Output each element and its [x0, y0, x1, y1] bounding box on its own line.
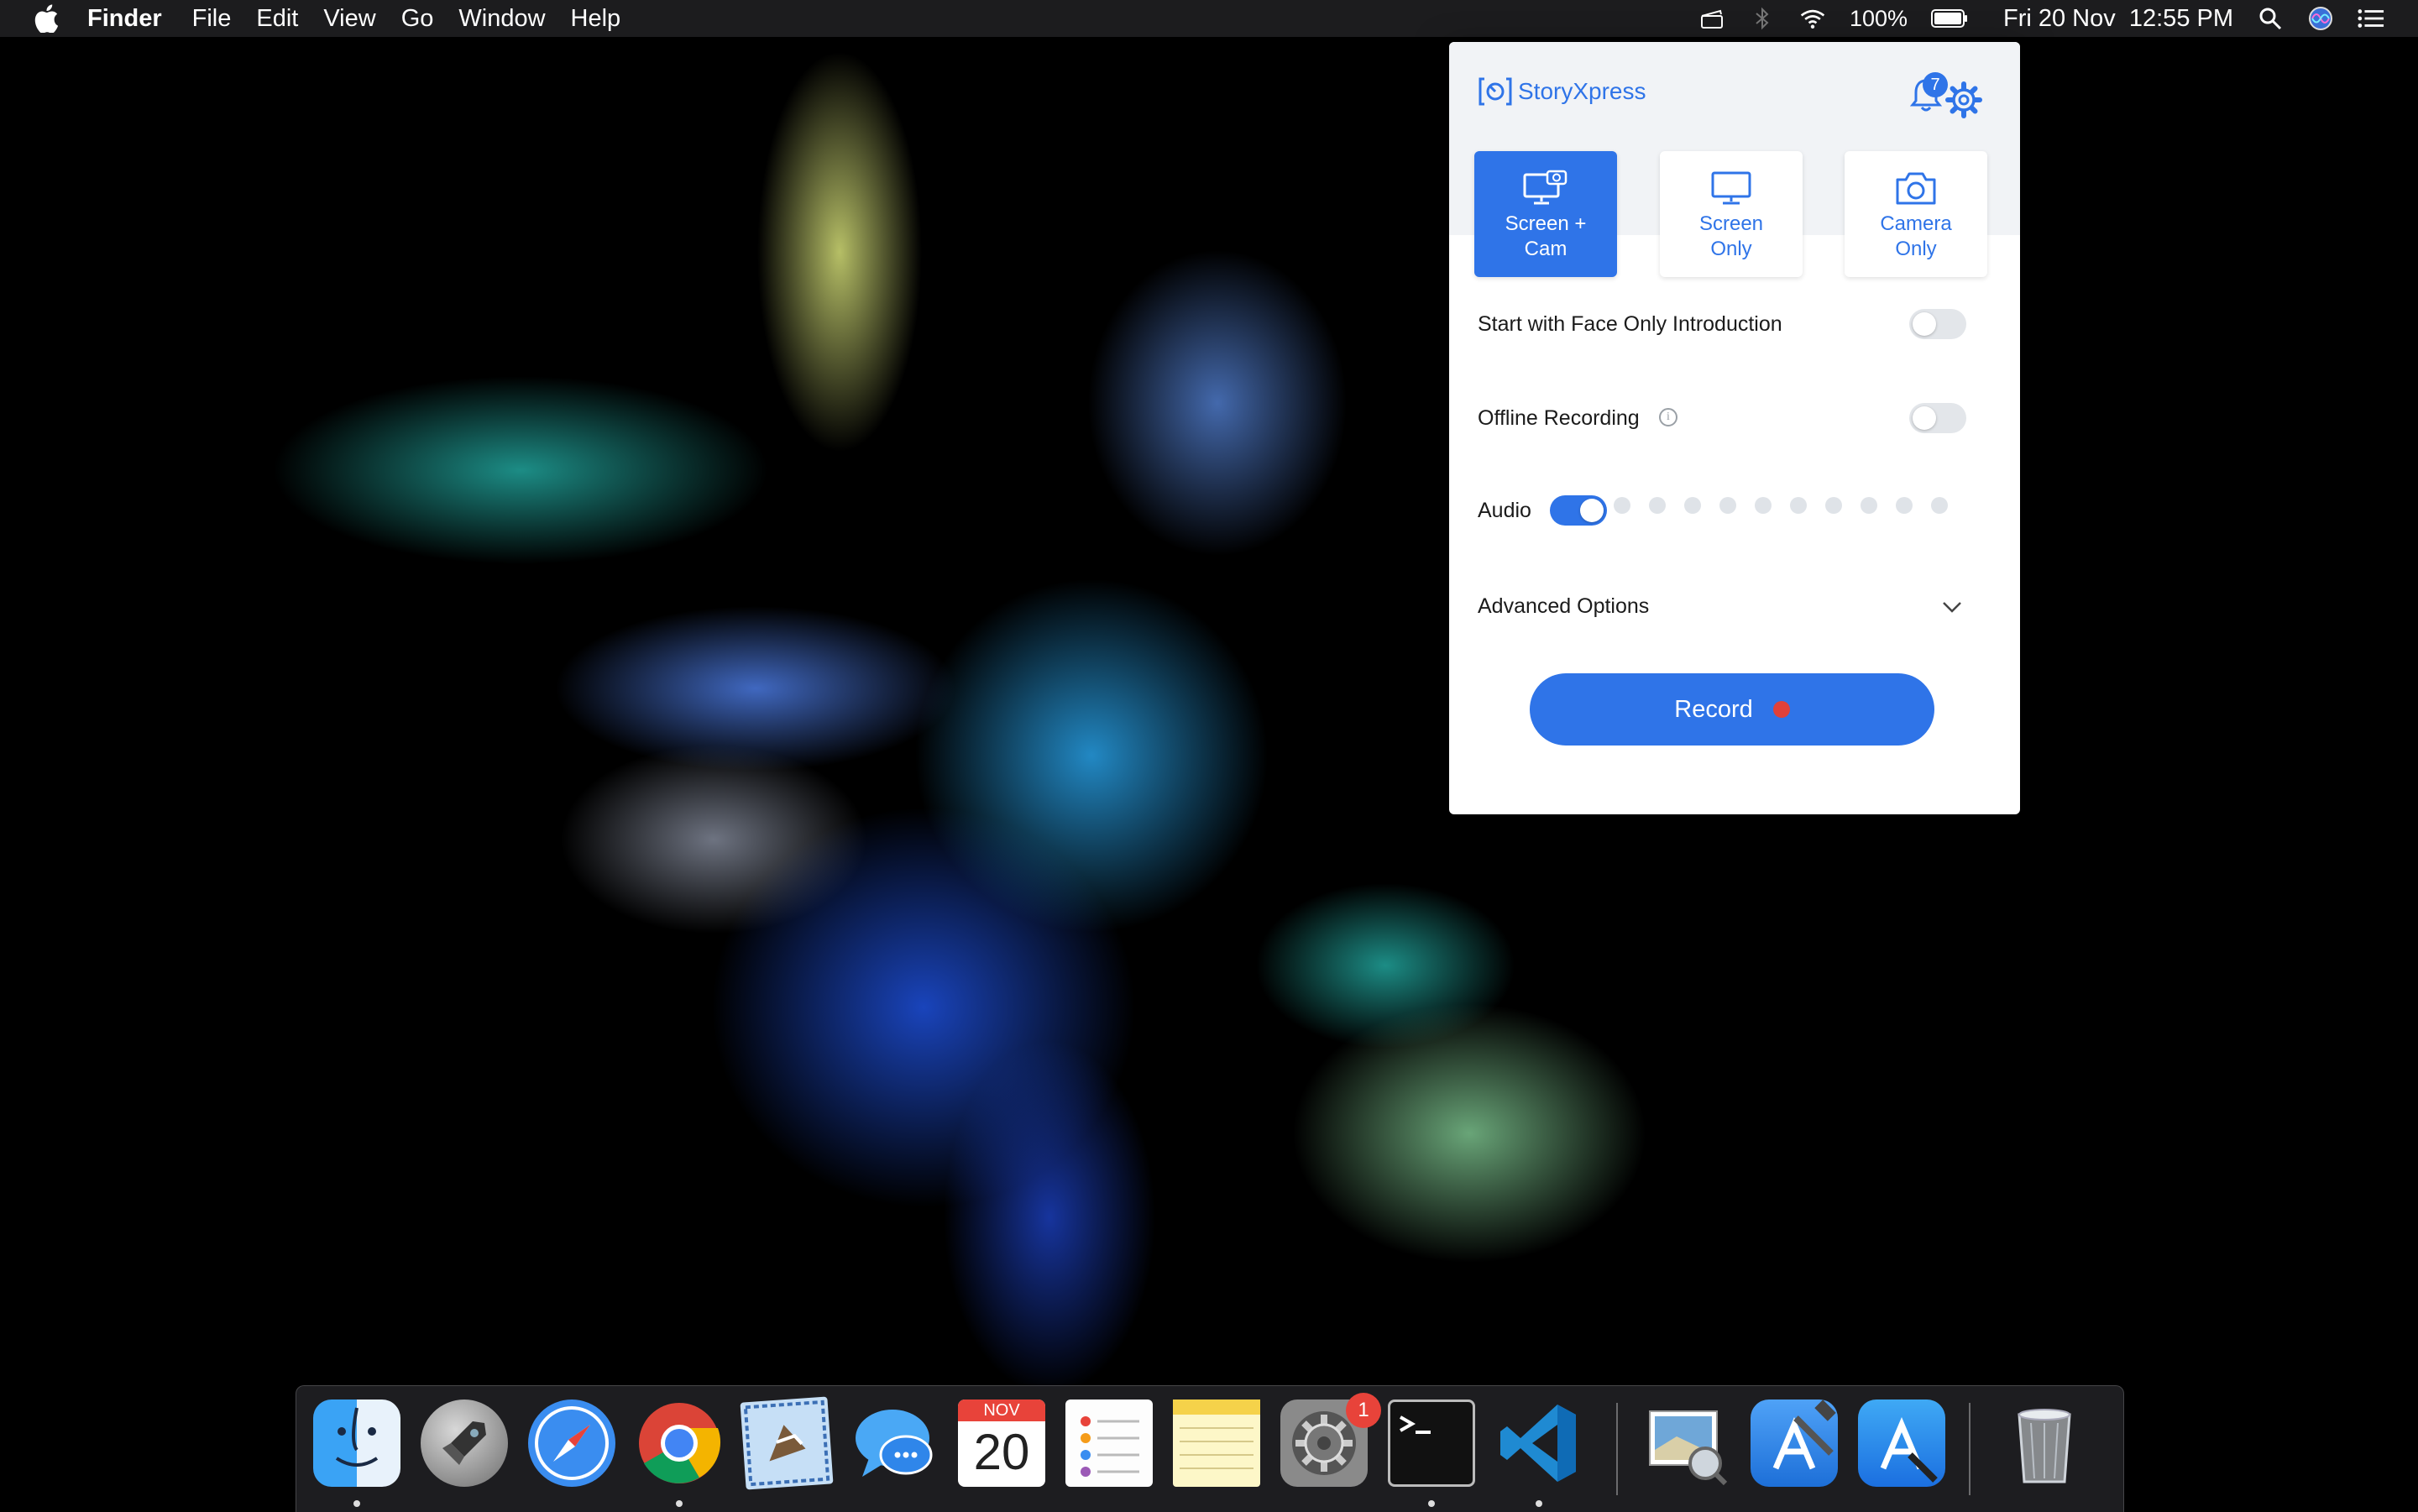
trash-dock-icon[interactable] [2001, 1400, 2088, 1487]
xcode-dock-icon[interactable] [1751, 1400, 1838, 1487]
menu-app-name[interactable]: Finder [87, 5, 162, 33]
mode-camera-only-line2: Only [1895, 238, 1937, 260]
face-intro-label: Start with Face Only Introduction [1478, 312, 1782, 336]
storyxpress-logo-icon [1479, 77, 1512, 106]
mode-screen-only-line2: Only [1710, 238, 1752, 260]
audio-toggle[interactable] [1550, 495, 1607, 526]
desktop-wallpaper [0, 0, 2418, 1511]
mode-screen-cam-button[interactable]: Screen + Cam [1474, 151, 1617, 277]
record-label: Record [1674, 695, 1753, 723]
camera-icon [1896, 172, 1936, 205]
system-preferences-badge: 1 [1346, 1393, 1381, 1428]
mail-dock-icon[interactable] [740, 1396, 834, 1490]
brand-name: StoryXpress [1518, 78, 1646, 104]
dock: NOV 20 1 [296, 1385, 2124, 1512]
running-indicator [1428, 1500, 1435, 1507]
offline-recording-label: Offline Recording [1478, 406, 1640, 430]
audio-level-dot [1896, 497, 1913, 514]
safari-dock-icon[interactable] [528, 1400, 615, 1487]
storyxpress-logo: StoryXpress [1478, 76, 1646, 107]
notes-dock-icon[interactable] [1173, 1400, 1260, 1487]
dock-separator [1969, 1403, 1971, 1495]
audio-level-dot [1861, 497, 1877, 514]
audio-level-dot [1649, 497, 1666, 514]
notification-center-icon[interactable] [2358, 7, 2384, 30]
app-store-dock-icon[interactable] [1858, 1400, 1945, 1487]
monitor-icon [1711, 171, 1751, 205]
terminal-dock-icon[interactable] [1388, 1400, 1475, 1487]
audio-label: Audio [1478, 499, 1531, 522]
vscode-dock-icon[interactable] [1495, 1400, 1583, 1487]
siri-icon[interactable] [2307, 7, 2334, 30]
toggle-knob [1913, 312, 1936, 336]
mode-camera-only-line1: Camera [1880, 212, 1952, 235]
mode-screen-cam-line1: Screen + [1505, 212, 1587, 235]
menu-window[interactable]: Window [458, 5, 545, 33]
apple-icon[interactable] [34, 4, 59, 33]
toggle-knob [1913, 406, 1936, 430]
audio-level-dot [1790, 497, 1807, 514]
settings-gear-icon[interactable] [1944, 81, 1983, 119]
menu-file[interactable]: File [192, 5, 232, 33]
chevron-down-icon[interactable] [1941, 596, 1963, 618]
menu-view[interactable]: View [323, 5, 375, 33]
wifi-icon[interactable] [1799, 7, 1826, 30]
record-button[interactable]: Record [1530, 673, 1934, 746]
audio-level-meter [1614, 497, 1948, 514]
calendar-month: NOV [958, 1400, 1045, 1421]
advanced-options-label[interactable]: Advanced Options [1478, 594, 1649, 619]
mode-screen-only-button[interactable]: Screen Only [1660, 151, 1803, 277]
mode-screen-only-line1: Screen [1698, 212, 1764, 235]
reminders-dock-icon[interactable] [1065, 1400, 1153, 1487]
mode-screen-cam-line2: Cam [1524, 238, 1568, 260]
info-icon[interactable]: i [1659, 408, 1677, 426]
audio-level-dot [1825, 497, 1842, 514]
audio-level-dot [1931, 497, 1948, 514]
bluetooth-icon[interactable] [1749, 7, 1776, 30]
menu-edit[interactable]: Edit [256, 5, 298, 33]
face-intro-toggle[interactable] [1909, 309, 1966, 339]
calendar-dock-icon[interactable]: NOV 20 [958, 1400, 1045, 1487]
messages-dock-icon[interactable] [850, 1400, 938, 1487]
audio-level-dot [1684, 497, 1701, 514]
finder-dock-icon[interactable] [313, 1400, 400, 1487]
running-indicator [676, 1500, 683, 1507]
storyxpress-popup: StoryXpress 7 Screen + Cam Screen Only C… [1449, 42, 2020, 814]
audio-level-dot [1719, 497, 1736, 514]
preview-dock-icon[interactable] [1643, 1400, 1730, 1487]
spotlight-search-icon[interactable] [2257, 7, 2284, 30]
dock-separator [1616, 1403, 1618, 1495]
audio-level-dot [1614, 497, 1630, 514]
menu-help[interactable]: Help [571, 5, 621, 33]
offline-recording-toggle[interactable] [1909, 403, 1966, 433]
menu-bar: Finder File Edit View Go Window Help 100… [0, 0, 2418, 37]
running-indicator [1536, 1500, 1542, 1507]
battery-percent[interactable]: 100% [1850, 6, 1908, 32]
clapperboard-icon[interactable] [1698, 7, 1725, 30]
record-dot-icon [1772, 701, 1790, 718]
launchpad-dock-icon[interactable] [421, 1400, 508, 1487]
menubar-clock[interactable]: Fri 20 Nov 12:55 PM [2003, 5, 2233, 33]
menu-go[interactable]: Go [401, 5, 434, 33]
calendar-day: 20 [973, 1424, 1030, 1480]
mode-camera-only-button[interactable]: Camera Only [1845, 151, 1987, 277]
toggle-knob [1580, 499, 1604, 522]
audio-level-dot [1755, 497, 1772, 514]
battery-icon[interactable] [1931, 7, 1968, 30]
screen-cam-icon [1523, 170, 1568, 205]
running-indicator [353, 1500, 360, 1507]
chrome-dock-icon[interactable] [636, 1400, 723, 1487]
